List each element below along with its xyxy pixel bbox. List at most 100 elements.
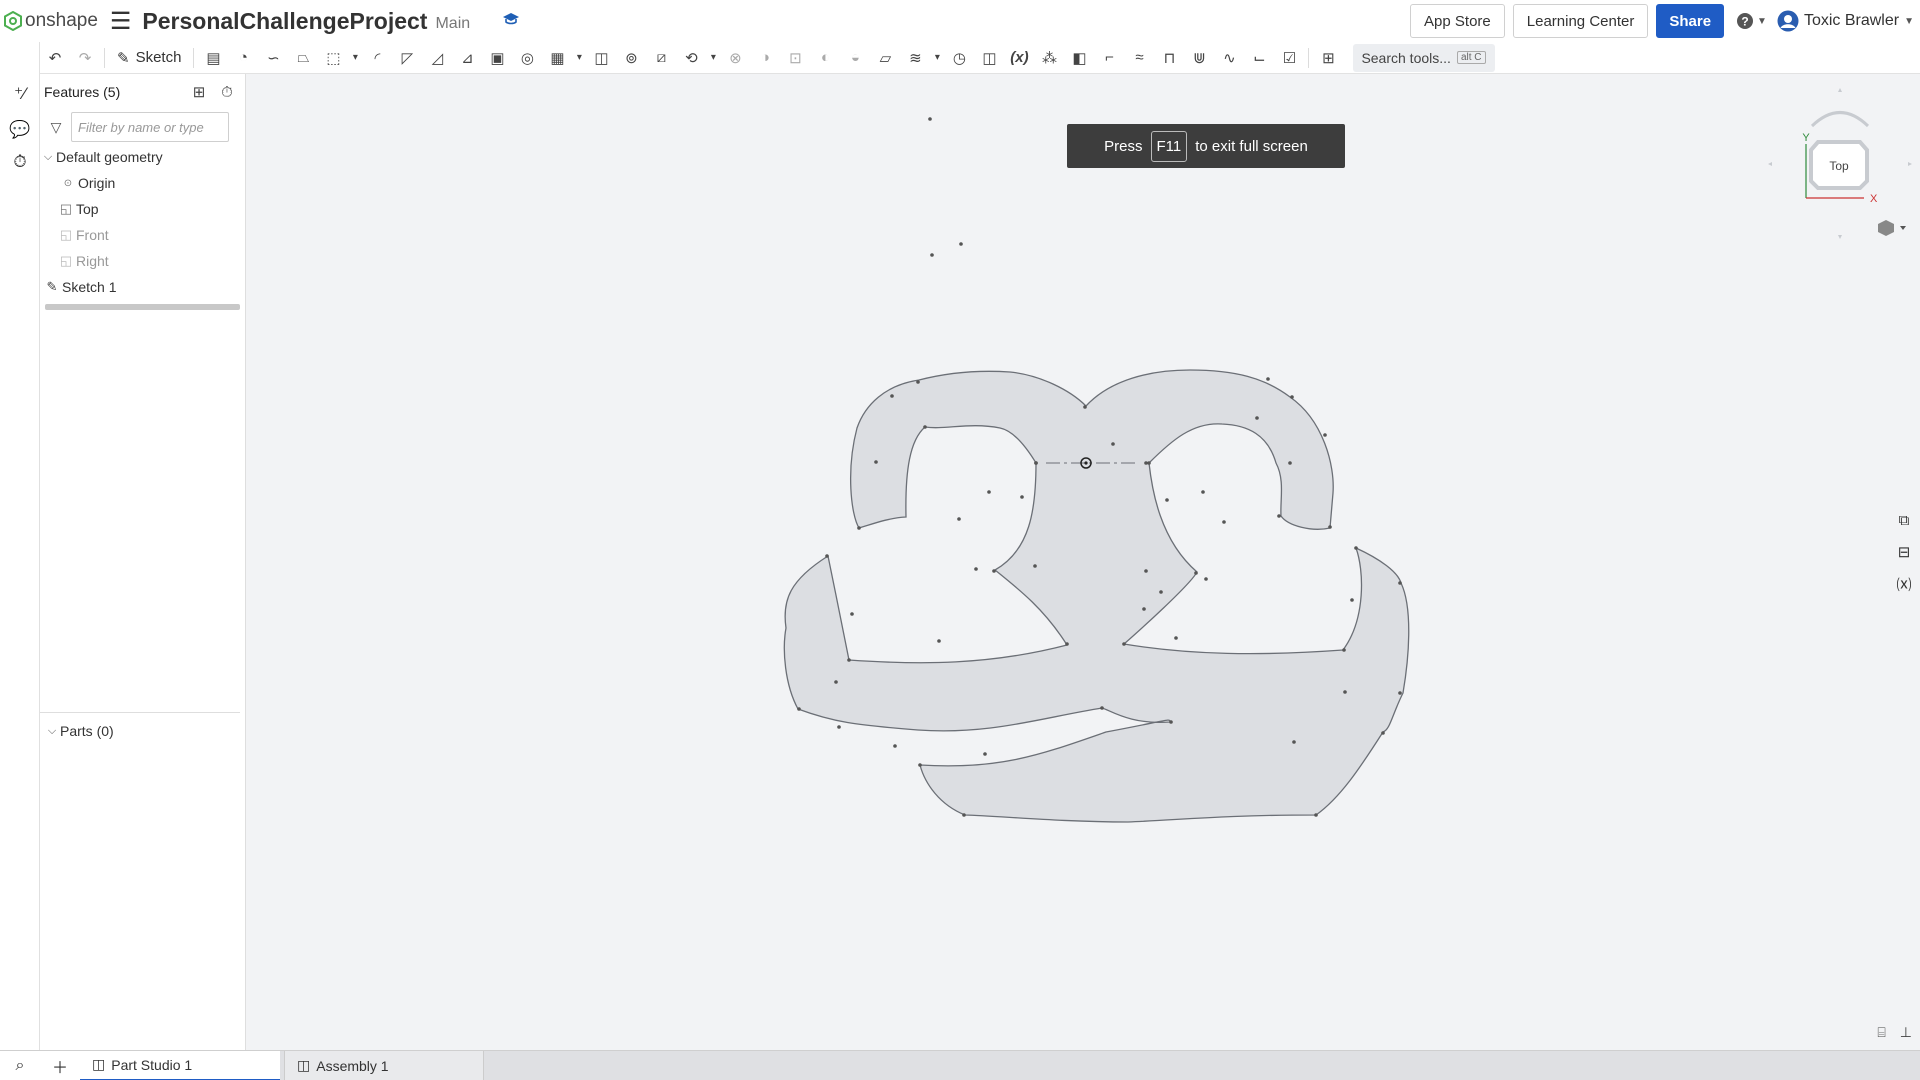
rollback-bar[interactable] [45, 304, 240, 310]
question-icon: ? [1737, 13, 1754, 29]
add-tab-icon[interactable]: ＋ [40, 1054, 80, 1078]
tree-item-right[interactable]: ◱ Right [40, 248, 245, 274]
share-button[interactable]: Share [1656, 4, 1725, 38]
learning-center-button[interactable]: Learning Center [1512, 4, 1649, 38]
hamburger-menu-icon[interactable]: ☰ [110, 7, 132, 36]
tree-item-origin[interactable]: ⊙ Origin [40, 170, 245, 196]
tab-assembly-1[interactable]: ◫ Assembly 1 [284, 1050, 484, 1080]
comment-icon[interactable]: 💬 [8, 118, 32, 142]
chevron-down-icon[interactable]: ⌵ [44, 725, 60, 738]
move-face-icon[interactable]: ⊡ [780, 44, 810, 72]
bend-icon[interactable]: ⋓ [1184, 44, 1214, 72]
loft-icon[interactable]: ⏢ [288, 44, 318, 72]
sheet-metal-icon[interactable]: ◧ [1064, 44, 1094, 72]
toast-key: F11 [1150, 130, 1188, 162]
extrude-icon[interactable]: ▤ [198, 44, 228, 72]
chevron-down-icon[interactable]: ⌵ [40, 151, 56, 164]
search-tools-button[interactable]: Search tools... alt C [1353, 43, 1496, 72]
sketch-canvas[interactable] [246, 74, 1920, 1050]
graphics-settings-icon[interactable]: ⌸ [1877, 1024, 1885, 1041]
arrow-right-icon[interactable] [1908, 162, 1912, 166]
graduation-cap-icon[interactable] [502, 12, 520, 31]
offset-surface-icon[interactable]: ◒ [840, 44, 870, 72]
pattern-icon[interactable]: ▦ [542, 44, 572, 72]
transform-icon[interactable]: ⟲ [676, 44, 706, 72]
plane-icon: ◱ [59, 253, 73, 268]
mirror-icon[interactable]: ◫ [586, 44, 616, 72]
sketch-button[interactable]: ✎ Sketch [109, 49, 189, 67]
tree-item-label: Right [76, 253, 109, 269]
tab-part-studio-1[interactable]: ◫ Part Studio 1 [80, 1050, 280, 1080]
appearance-icon[interactable]: ⧉ [1888, 504, 1920, 536]
add-custom-feature-icon[interactable]: ⊞ [1313, 44, 1343, 72]
tree-item-top[interactable]: ◱ Top [40, 196, 245, 222]
app-store-button[interactable]: App Store [1410, 4, 1505, 38]
variable-icon[interactable]: (x) [1004, 44, 1034, 72]
shell-icon[interactable]: ▣ [482, 44, 512, 72]
mate-connector-icon[interactable]: ◷ [944, 44, 974, 72]
insert-icon[interactable]: ⁺⁄ [8, 82, 32, 106]
tree-item-sketch-1[interactable]: ✎ Sketch 1 [40, 274, 245, 300]
replace-face-icon[interactable]: ◐ [810, 44, 840, 72]
graphics-viewport[interactable]: Press F11 to exit full screen [246, 74, 1920, 1050]
draft-icon[interactable]: ◿ [422, 44, 452, 72]
measure-icon[interactable]: ◫ [974, 44, 1004, 72]
rib-icon[interactable]: ⊿ [452, 44, 482, 72]
sketch-profile-main[interactable] [783, 369, 1410, 823]
tab-icon[interactable]: ⊓ [1154, 44, 1184, 72]
modify-fillet-icon[interactable]: ◑ [750, 44, 780, 72]
boolean-icon[interactable]: ⊚ [616, 44, 646, 72]
filter-input[interactable] [71, 112, 229, 142]
tab-manager-icon[interactable]: ⌕ [0, 1057, 40, 1075]
corner-icon[interactable]: ⌙ [1244, 44, 1274, 72]
history-icon[interactable]: ⏱ [8, 150, 32, 174]
chevron-down-icon[interactable]: ▾ [706, 44, 720, 72]
arrow-left-icon[interactable] [1768, 162, 1772, 166]
stopwatch-icon[interactable]: ⏱ [213, 84, 241, 101]
sweep-icon[interactable]: ∽ [258, 44, 288, 72]
tab-label: Assembly 1 [316, 1057, 389, 1074]
chevron-down-icon[interactable]: ▾ [930, 44, 944, 72]
hem-icon[interactable]: ≈ [1124, 44, 1154, 72]
view-cube[interactable]: Top Y X [1760, 74, 1920, 254]
parts-header[interactable]: ⌵ Parts (0) [44, 718, 114, 744]
onshape-logo[interactable]: onshape [4, 10, 98, 32]
user-menu[interactable]: Toxic Brawler ▼ [1777, 10, 1914, 32]
thicken-icon[interactable]: ⬚ [318, 44, 348, 72]
helix-icon[interactable]: ≋ [900, 44, 930, 72]
plane-icon[interactable]: ▱ [870, 44, 900, 72]
tree-item-default-geometry[interactable]: ⌵ Default geometry [40, 144, 245, 170]
search-tools-label: Search tools... [1361, 49, 1451, 66]
arrow-down-icon[interactable] [1838, 235, 1842, 239]
tree-item-label: Sketch 1 [62, 279, 117, 295]
delete-part-icon[interactable]: ⊗ [720, 44, 750, 72]
revolve-icon[interactable]: ◔ [228, 44, 258, 72]
help-menu[interactable]: ? ▼ [1736, 12, 1767, 30]
filter-icon[interactable]: ▽ [44, 119, 68, 136]
chevron-down-icon[interactable]: ▾ [348, 44, 362, 72]
fillet-icon[interactable]: ◜ [362, 44, 392, 72]
units-icon[interactable]: ⊥ [1900, 1024, 1912, 1041]
flange-icon[interactable]: ⌐ [1094, 44, 1124, 72]
split-icon[interactable]: ⧄ [646, 44, 676, 72]
finish-sheet-metal-icon[interactable]: ☑ [1274, 44, 1304, 72]
configure-icon[interactable]: ⁂ [1034, 44, 1064, 72]
part-studio-icon: ◫ [92, 1056, 106, 1072]
add-folder-icon[interactable]: ⊞ [185, 83, 213, 101]
chamfer-icon[interactable]: ◸ [392, 44, 422, 72]
redo-icon[interactable]: ↷ [70, 44, 100, 72]
rotate-arc-icon[interactable] [1810, 111, 1870, 128]
form-icon[interactable]: ∿ [1214, 44, 1244, 72]
variable-table-icon[interactable]: ⒳ [1888, 568, 1920, 600]
hole-icon[interactable]: ◎ [512, 44, 542, 72]
document-title[interactable]: PersonalChallengeProject [142, 8, 427, 35]
branch-label[interactable]: Main [435, 15, 470, 33]
undo-icon[interactable]: ↶ [40, 44, 70, 72]
view-cube-graphic[interactable]: Top Y X [1760, 74, 1920, 254]
chevron-down-icon[interactable]: ▾ [572, 44, 586, 72]
view-options-icon[interactable] [1878, 220, 1906, 236]
chevron-down-icon: ▼ [1757, 15, 1767, 27]
tree-item-front[interactable]: ◱ Front [40, 222, 245, 248]
arrow-up-icon[interactable] [1838, 88, 1842, 92]
section-view-icon[interactable]: ⊟ [1888, 536, 1920, 568]
